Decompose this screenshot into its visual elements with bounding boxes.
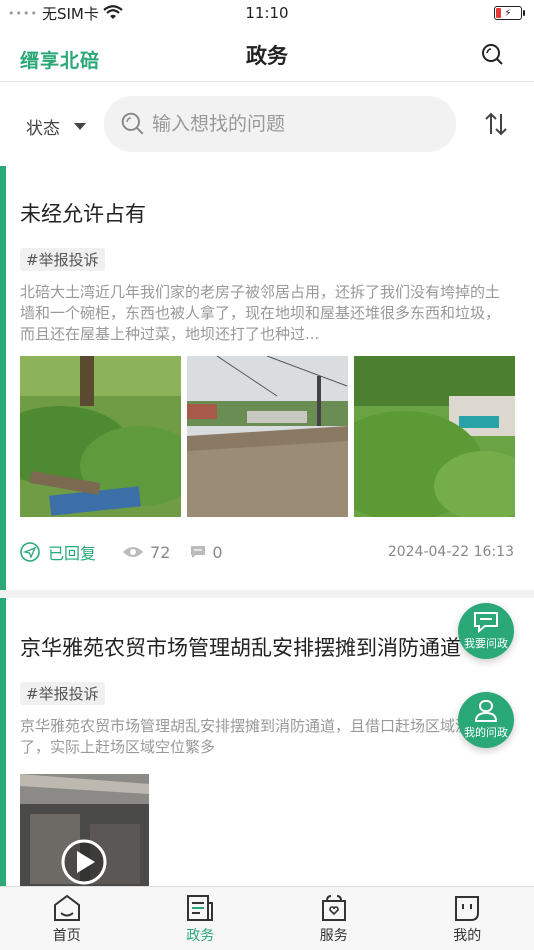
tab-profile-label: 我的: [453, 928, 482, 944]
search-bar[interactable]: [104, 96, 456, 152]
post-video-thumbnail[interactable]: [20, 774, 149, 886]
post-tag: #举报投诉: [20, 248, 105, 271]
comment-count: 0: [190, 542, 223, 562]
user-icon: [474, 700, 498, 722]
post-title: 未经允许占有: [20, 202, 146, 226]
card-accent-bar: [0, 166, 6, 590]
status-filter-dropdown[interactable]: 状态: [26, 114, 86, 139]
status-filter-label: 状态: [26, 119, 60, 139]
carrier-label: 无SIM卡: [41, 4, 99, 23]
comment-count-value: 0: [212, 542, 223, 562]
tab-government-label: 政务: [186, 928, 215, 944]
home-icon: [53, 894, 80, 921]
page-title: 政务: [246, 44, 288, 68]
search-input[interactable]: [152, 113, 432, 135]
post-title: 京华雅苑农贸市场管理胡乱安排摆摊到消防通道: [20, 636, 461, 660]
view-count: 72: [122, 543, 170, 562]
comment-icon: [191, 546, 206, 558]
post-description: 京华雅苑农贸市场管理胡乱安排摆摊到消防通道，且借口赶场区域没位置了，实际上赶场区…: [20, 717, 501, 756]
search-icon[interactable]: [480, 42, 504, 66]
ask-question-button[interactable]: 我要问政: [458, 603, 514, 659]
eye-icon: [123, 547, 144, 557]
view-count-value: 72: [150, 542, 171, 562]
post-date: 2024-04-22 16:13: [387, 544, 514, 560]
chat-icon: [474, 612, 498, 633]
tab-service[interactable]: 服务: [267, 887, 401, 950]
tab-service-label: 服务: [319, 928, 348, 944]
post-tag: #举报投诉: [20, 682, 105, 705]
post-image[interactable]: [20, 356, 181, 517]
battery-icon: ⚡: [494, 6, 525, 20]
tab-government[interactable]: 政务: [134, 887, 268, 950]
post-list: 未经允许占有 #举报投诉 北碚大土湾近几年我们家的老房子被邻居占用，还拆了我们没…: [0, 166, 534, 886]
my-questions-label: 我的问政: [464, 726, 508, 739]
post-card[interactable]: 京华雅苑农贸市场管理胡乱安排摆摊到消防通道 #举报投诉 京华雅苑农贸市场管理胡乱…: [0, 598, 534, 886]
post-image[interactable]: [354, 356, 515, 517]
sort-icon[interactable]: [482, 110, 510, 138]
tab-bar: 首页 政务 服务 我的: [0, 886, 534, 950]
post-card[interactable]: 未经允许占有 #举报投诉 北碚大土湾近几年我们家的老房子被邻居占用，还拆了我们没…: [0, 166, 534, 590]
caret-down-icon: [74, 123, 86, 130]
document-icon: [187, 895, 214, 921]
reply-status: 已回复: [20, 540, 96, 564]
nav-bar: 缙享北碚 政务: [0, 26, 534, 82]
reply-status-label: 已回复: [48, 544, 97, 563]
my-questions-button[interactable]: 我的问政: [458, 692, 514, 748]
card-accent-bar: [0, 598, 6, 886]
ask-question-label: 我要问政: [464, 637, 508, 650]
service-icon: [321, 895, 346, 921]
tab-home-label: 首页: [52, 928, 81, 944]
tab-home[interactable]: 首页: [0, 887, 134, 950]
profile-icon: [455, 896, 480, 921]
tab-profile[interactable]: 我的: [401, 887, 534, 950]
filter-bar: 状态: [0, 82, 534, 166]
wifi-icon: [103, 5, 123, 19]
send-icon: [20, 542, 40, 562]
post-meta: 已回复 72 0 2024-04-22 16:13: [20, 540, 514, 564]
post-description: 北碚大土湾近几年我们家的老房子被邻居占用，还拆了我们没有垮掉的土墙和一个碗柜，东…: [20, 283, 501, 343]
post-image[interactable]: [187, 356, 348, 517]
search-icon: [121, 112, 144, 135]
signal-icon: ••••: [8, 6, 38, 20]
status-bar: •••• 无SIM卡 11:10 ⚡: [0, 0, 534, 26]
